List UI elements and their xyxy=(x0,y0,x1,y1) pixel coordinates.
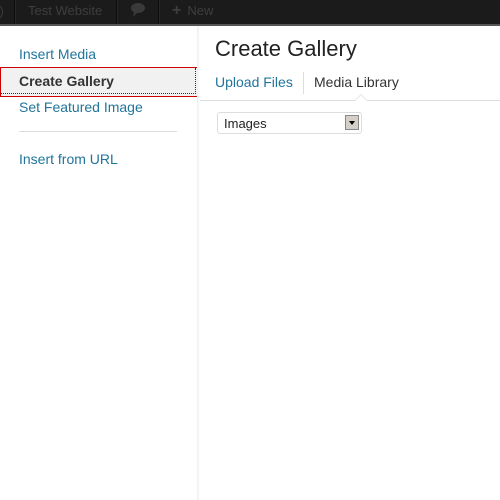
comment-icon[interactable] xyxy=(130,2,146,26)
plus-icon: + xyxy=(172,2,182,19)
router-divider xyxy=(200,100,500,101)
active-tab-caret xyxy=(354,94,368,101)
menu-item-label: Create Gallery xyxy=(19,73,114,89)
admin-bar-divider xyxy=(14,0,16,24)
admin-bar-divider xyxy=(158,0,160,24)
menu-item-create-gallery[interactable]: Create Gallery xyxy=(0,67,199,97)
admin-bar-divider xyxy=(116,0,118,24)
admin-bar: Test Website + New xyxy=(0,0,500,26)
tab-media-library[interactable]: Media Library xyxy=(314,74,399,90)
chevron-down-icon[interactable] xyxy=(345,115,359,130)
page-title: Create Gallery xyxy=(215,36,357,61)
new-content-button[interactable]: + New xyxy=(172,0,213,24)
wordpress-logo-icon[interactable] xyxy=(0,0,4,24)
site-name-link[interactable]: Test Website xyxy=(28,0,102,24)
media-menu: Insert Media Create Gallery Set Featured… xyxy=(0,26,200,500)
menu-divider xyxy=(19,131,177,132)
menu-item-set-featured-image[interactable]: Set Featured Image xyxy=(19,99,143,115)
tab-upload-files[interactable]: Upload Files xyxy=(215,74,293,90)
new-label: New xyxy=(187,3,214,18)
menu-item-insert-media[interactable]: Insert Media xyxy=(19,46,96,62)
menu-item-insert-from-url[interactable]: Insert from URL xyxy=(19,151,118,167)
tab-divider xyxy=(303,72,304,94)
select-value: Images xyxy=(224,116,267,131)
media-filter-select[interactable]: Images xyxy=(217,112,362,134)
